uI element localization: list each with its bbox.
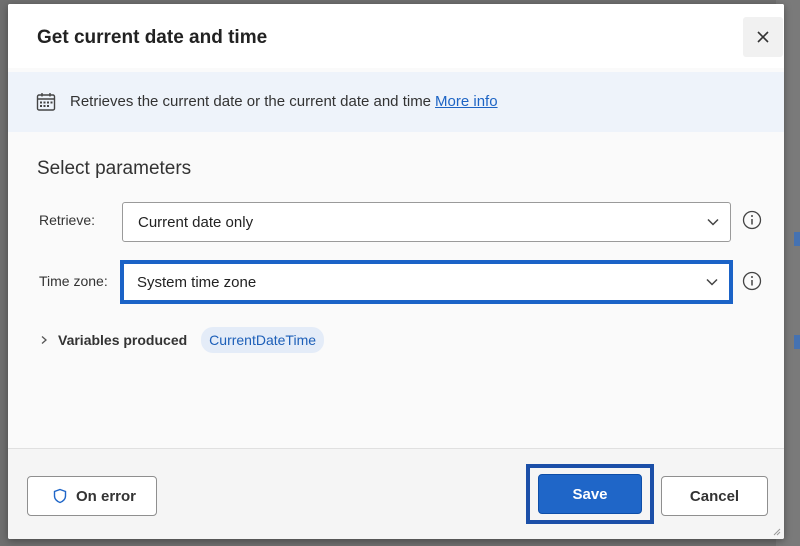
calendar-icon	[36, 93, 56, 111]
on-error-label: On error	[76, 487, 137, 505]
get-current-date-time-dialog: Get current date and time Retrieves the …	[8, 4, 784, 539]
dialog-title: Get current date and time	[37, 27, 268, 48]
on-error-button[interactable]: On error	[27, 476, 157, 516]
dialog-header: Get current date and time	[8, 4, 784, 68]
close-icon	[757, 31, 769, 43]
section-title: Select parameters	[37, 158, 192, 179]
close-button[interactable]	[743, 17, 783, 57]
save-button[interactable]: Save	[538, 474, 642, 514]
save-focus-outline: Save	[526, 464, 654, 524]
variables-produced-label: Variables produced	[58, 332, 188, 348]
info-banner: Retrieves the current date or the curren…	[8, 72, 784, 132]
background-accent	[794, 232, 800, 246]
retrieve-selected-value: Current date only	[138, 213, 254, 231]
retrieve-label: Retrieve:	[39, 212, 96, 228]
timezone-selected-value: System time zone	[137, 273, 257, 291]
chevron-right-icon	[41, 336, 47, 344]
timezone-label: Time zone:	[39, 273, 108, 289]
banner-description: Retrieves the current date or the curren…	[70, 93, 432, 110]
variables-produced-toggle[interactable]: Variables produced CurrentDateTime	[39, 326, 325, 354]
shield-icon	[53, 488, 67, 504]
resize-grip-icon[interactable]	[771, 526, 781, 536]
retrieve-dropdown[interactable]: Current date only	[122, 202, 731, 242]
banner-text-container: Retrieves the current date or the curren…	[70, 93, 498, 110]
timezone-info-icon[interactable]	[742, 271, 762, 291]
cancel-button[interactable]: Cancel	[661, 476, 768, 516]
background-accent	[794, 335, 800, 349]
dialog-footer: On error Save Cancel	[8, 449, 784, 539]
more-info-link[interactable]: More info	[435, 93, 498, 110]
chevron-down-icon	[706, 278, 718, 286]
timezone-dropdown[interactable]: System time zone	[120, 260, 733, 304]
retrieve-info-icon[interactable]	[742, 210, 762, 230]
variable-chip-currentdatetime[interactable]: CurrentDateTime	[201, 327, 325, 353]
chevron-down-icon	[707, 218, 719, 226]
